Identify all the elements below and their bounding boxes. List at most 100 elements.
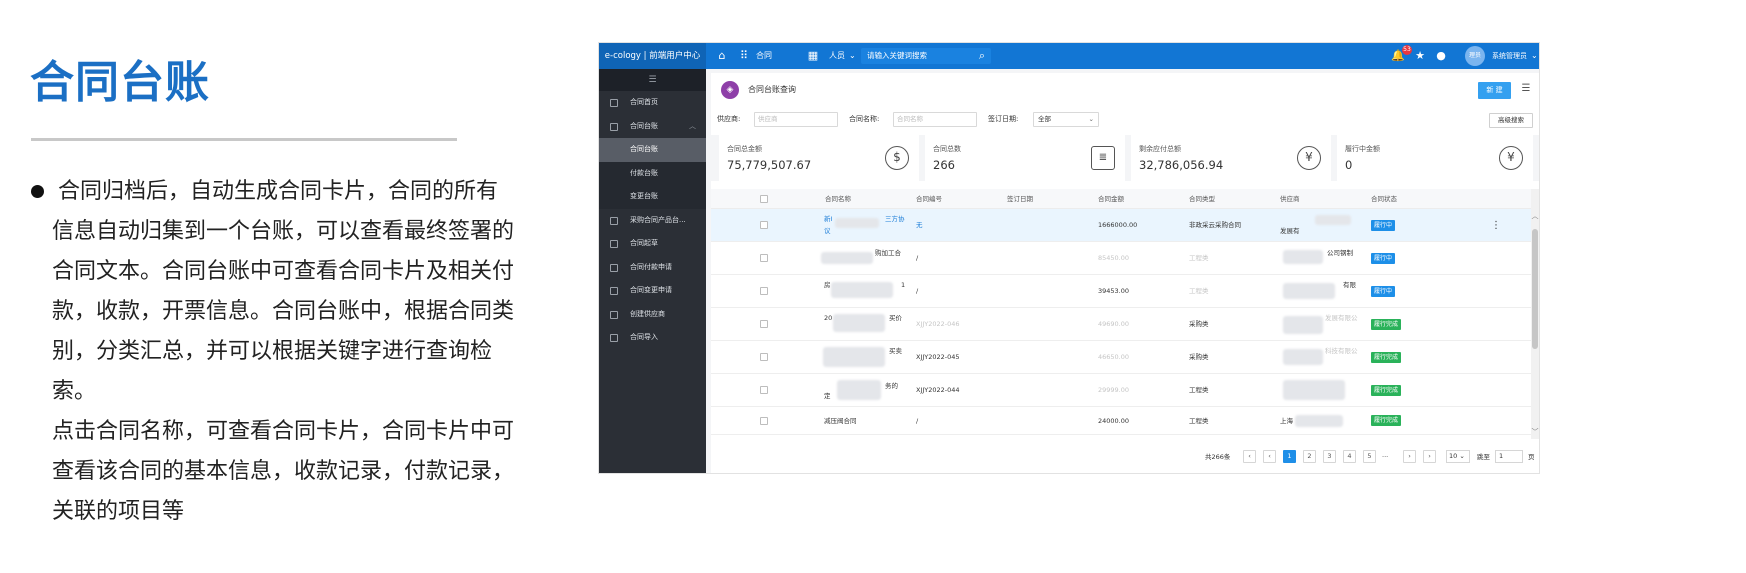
table-row[interactable]: 购加工合 / 85450.00 工程类 公司钢制 履行中 xyxy=(711,242,1531,275)
next-page-icon[interactable]: › xyxy=(1403,450,1416,463)
row-checkbox[interactable] xyxy=(760,417,768,425)
sign-date-select[interactable]: 全部 ⌄ xyxy=(1033,112,1099,127)
avatar[interactable]: 理员 xyxy=(1465,46,1485,66)
user-menu-chevron-icon[interactable]: ⌄ xyxy=(1531,43,1538,69)
contract-name-link[interactable]: 20 xyxy=(824,302,832,335)
supplier-name: 科技有限公 xyxy=(1325,347,1358,355)
contract-table: 合同名称 合同编号 签订日期 合同金额 合同类型 供应商 合同状态 新I 三方协… xyxy=(711,189,1539,439)
sidebar-item-payment-request[interactable]: 合同付款申请 xyxy=(599,256,706,280)
table-row[interactable]: 新I 三方协 议 无 1666000.00 非政采云采购合同 发展有 履行中 ⋮ xyxy=(711,209,1531,242)
stat-label: 合同总数 xyxy=(933,145,961,153)
sidebar-item-change-request[interactable]: 合同变更申请 xyxy=(599,279,706,303)
search-scope-select[interactable]: 人员 xyxy=(829,43,845,69)
advanced-search-button[interactable]: 高级搜索 xyxy=(1489,113,1533,128)
brand-label[interactable]: e-cology | 前端用户中心 xyxy=(599,43,706,69)
user-name[interactable]: 系统管理员 xyxy=(1492,43,1527,69)
contract-name-link[interactable]: 房 xyxy=(824,269,831,302)
contract-name-link[interactable]: 买卖 xyxy=(889,335,902,368)
contract-name-link[interactable]: 减压阀合同 xyxy=(824,407,857,435)
contract-name-link[interactable]: 买价 xyxy=(889,302,902,335)
table-scrollbar[interactable]: ︿ ﹀ xyxy=(1531,189,1539,439)
row-checkbox[interactable] xyxy=(760,254,768,262)
chat-icon[interactable]: ● xyxy=(1434,49,1448,63)
supplier-input[interactable]: 供应商 xyxy=(754,112,838,127)
row-checkbox[interactable] xyxy=(760,386,768,394)
sidebar-item-label: 合同起草 xyxy=(630,239,658,247)
sidebar-item-create-supplier[interactable]: 创建供应商 xyxy=(599,303,706,327)
sidebar-item-label: 创建供应商 xyxy=(630,309,665,318)
sidebar-item-label: 合同首页 xyxy=(630,98,658,106)
chevron-up-icon[interactable]: ︿ xyxy=(1531,211,1539,221)
stat-card-total-amount: 合同总金额 75,779,507.67 $ xyxy=(719,135,919,181)
page-ellipsis[interactable]: ··· xyxy=(1382,449,1388,465)
first-page-icon[interactable]: ‹ xyxy=(1243,450,1256,463)
sidebar-item-contract-ledger[interactable]: 合同台账 ︿ xyxy=(599,115,706,139)
sidebar-item-product-ledger[interactable]: 采购合同产品台... xyxy=(599,209,706,233)
row-checkbox[interactable] xyxy=(760,320,768,328)
contract-code: / xyxy=(916,287,919,295)
collapse-menu-icon[interactable]: ☰ xyxy=(599,69,706,91)
page-button[interactable]: 5 xyxy=(1363,450,1376,463)
table-row[interactable]: 房 1 / 39453.00 工程类 有限 履行中 xyxy=(711,275,1531,308)
page-button[interactable]: 4 xyxy=(1343,450,1356,463)
status-badge: 履行中 xyxy=(1371,253,1396,264)
chevron-down-icon[interactable]: ⌄ xyxy=(849,43,856,69)
contract-amount: 39453.00 xyxy=(1098,287,1130,295)
page-button[interactable]: 1 xyxy=(1283,450,1296,463)
column-header[interactable]: 供应商 xyxy=(1280,189,1300,209)
scroll-thumb[interactable] xyxy=(1532,229,1538,349)
column-header[interactable]: 合同金额 xyxy=(1098,189,1124,209)
supplier-label: 供应商: xyxy=(717,115,741,123)
column-header[interactable]: 合同状态 xyxy=(1371,189,1397,209)
jump-label: 跳至 xyxy=(1477,453,1490,461)
column-header[interactable]: 签订日期 xyxy=(1007,189,1033,209)
yen-refresh-icon: ¥ xyxy=(1499,146,1523,170)
jump-page-input[interactable]: 1 xyxy=(1495,450,1523,463)
module-switch-icon[interactable]: ▦ xyxy=(806,49,820,63)
prev-page-icon[interactable]: ‹ xyxy=(1263,450,1276,463)
contract-code: XJJY2022-045 xyxy=(916,353,960,361)
sidebar-subitem-change-ledger[interactable]: 变更台账 xyxy=(599,185,706,209)
last-page-icon[interactable]: › xyxy=(1423,450,1436,463)
sidebar-item-label: 合同导入 xyxy=(630,333,658,341)
contract-type: 工程类 xyxy=(1189,287,1209,295)
column-header[interactable]: 合同类型 xyxy=(1189,189,1215,209)
search-input[interactable]: 请输入关键词搜索 xyxy=(861,48,991,64)
table-row[interactable]: 20 买价 XJJY2022-046 49690.00 采购类 发展有限公 履行… xyxy=(711,308,1531,341)
sidebar-subitem-payment-ledger[interactable]: 付款台账 xyxy=(599,161,706,185)
page-button[interactable]: 2 xyxy=(1303,450,1316,463)
contract-name-link[interactable]: 务的 xyxy=(885,370,898,403)
sidebar-subitem-contract-ledger[interactable]: 合同台账 xyxy=(599,138,706,162)
list-menu-icon[interactable]: ☰ xyxy=(1519,82,1533,96)
table-row[interactable]: 减压阀合同 / 24000.00 工程类 上海 履行完成 xyxy=(711,407,1531,435)
more-actions-icon[interactable]: ⋮ xyxy=(1491,209,1501,242)
new-button[interactable]: 新 建 xyxy=(1478,82,1511,99)
home-icon[interactable]: ⌂ xyxy=(715,49,729,63)
contract-name-input[interactable]: 合同名称 xyxy=(893,112,977,127)
sidebar-item-contract-import[interactable]: 合同导入 xyxy=(599,326,706,350)
table-row[interactable]: 定 务的 XJJY2022-044 29999.00 工程类 履行完成 xyxy=(711,374,1531,407)
page-unit-label: 页 xyxy=(1528,453,1535,461)
search-icon[interactable]: ⌕ xyxy=(975,49,989,63)
search-placeholder: 请输入关键词搜索 xyxy=(867,51,927,60)
star-icon[interactable]: ★ xyxy=(1413,49,1427,63)
apps-grid-icon[interactable]: ⠿ xyxy=(737,49,751,63)
table-row[interactable]: 买卖 XJJY2022-045 46650.00 采购类 科技有限公 履行完成 xyxy=(711,341,1531,374)
module-label[interactable]: 合同 xyxy=(756,43,772,69)
sidebar-item-contract-draft[interactable]: 合同起草 xyxy=(599,232,706,256)
redacted-text xyxy=(821,252,873,264)
database-icon: ≣ xyxy=(1091,146,1115,170)
row-checkbox[interactable] xyxy=(760,353,768,361)
page-button[interactable]: 3 xyxy=(1323,450,1336,463)
contract-name-link[interactable]: 1 xyxy=(901,269,905,302)
row-checkbox[interactable] xyxy=(760,287,768,295)
redacted-text xyxy=(1315,215,1351,225)
row-checkbox[interactable] xyxy=(760,221,768,229)
contract-name-link[interactable]: 购加工合 xyxy=(875,237,901,270)
page-size-select[interactable]: 10 ⌄ xyxy=(1446,450,1470,463)
sidebar-item-contract-home[interactable]: 合同首页 xyxy=(599,91,706,115)
column-header[interactable]: 合同编号 xyxy=(916,189,942,209)
select-all-checkbox[interactable] xyxy=(760,195,768,203)
contract-name-link[interactable]: 三方协 xyxy=(885,203,905,236)
chevron-down-icon[interactable]: ﹀ xyxy=(1531,427,1539,437)
